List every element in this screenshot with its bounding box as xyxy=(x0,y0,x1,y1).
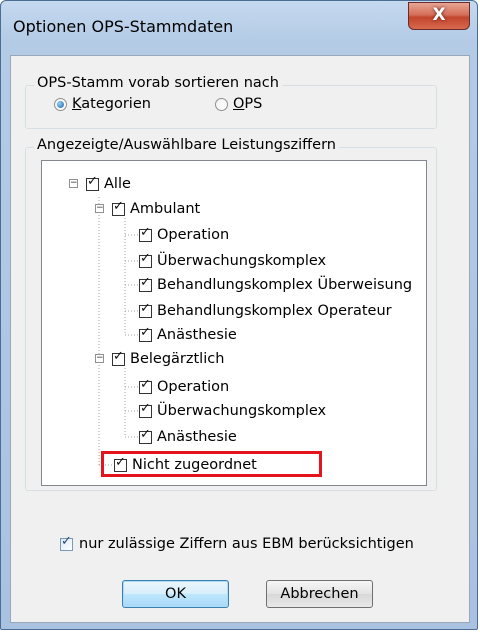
tree-node-label: Überwachungskomplex xyxy=(157,253,327,269)
ebm-checkbox-row[interactable]: nur zulässige Ziffern aus EBM berücksich… xyxy=(60,534,414,552)
radio-kategorien[interactable]: Kategorien xyxy=(54,96,151,112)
tree-node-behandlungskomplex-operateur[interactable]: Behandlungskomplex Operateur xyxy=(139,300,392,322)
sort-group-label: OPS-Stamm vorab sortieren nach xyxy=(34,75,282,91)
tree-node-ueberwachungskomplex[interactable]: Überwachungskomplex xyxy=(139,400,326,422)
radio-ops-label: OPS xyxy=(233,96,263,112)
checkbox-checked[interactable] xyxy=(139,427,152,444)
tree-node-anaesthesie[interactable]: Anästhesie xyxy=(139,426,237,448)
checkbox-checked[interactable] xyxy=(139,251,152,268)
collapse-icon[interactable]: − xyxy=(69,179,78,188)
checkbox-checked[interactable] xyxy=(112,349,125,366)
tree-node-label: Alle xyxy=(104,176,131,192)
close-button[interactable]: X xyxy=(408,2,470,30)
tree-node-label: Behandlungskomplex Überweisung xyxy=(157,277,413,293)
collapse-icon[interactable]: − xyxy=(95,204,104,213)
checkbox-checked[interactable] xyxy=(112,199,125,216)
tree-node-label: Anästhesie xyxy=(157,429,237,445)
tree-node-label: Behandlungskomplex Operateur xyxy=(157,303,392,319)
digits-group-label: Angezeigte/Auswählbare Leistungsziffern xyxy=(34,137,339,153)
checkbox-checked[interactable] xyxy=(139,377,152,394)
close-icon: X xyxy=(432,5,446,25)
checkbox-checked[interactable] xyxy=(139,401,152,418)
ebm-checkbox-label: nur zulässige Ziffern aus EBM berücksich… xyxy=(79,536,414,552)
tree-node-label: Überwachungskomplex xyxy=(157,403,327,419)
tree-node-label: Anästhesie xyxy=(157,327,237,343)
radio-ops[interactable]: OPS xyxy=(215,96,262,112)
tree-node-label: Ambulant xyxy=(130,201,201,217)
title-bar[interactable]: Optionen OPS-Stammdaten X xyxy=(1,1,477,55)
tree-node-behandlungskomplex-ueberweisung[interactable]: Behandlungskomplex Überweisung xyxy=(139,274,412,296)
cancel-button[interactable]: Abbrechen xyxy=(266,580,373,608)
tree-node-anaesthesie[interactable]: Anästhesie xyxy=(139,324,237,346)
radio-kategorien-label: Kategorien xyxy=(72,96,151,112)
checkbox-checked[interactable] xyxy=(139,325,152,342)
tree-node-ambulant[interactable]: Ambulant xyxy=(112,198,200,220)
tree-node-label: Operation xyxy=(157,227,230,243)
tree-node-ueberwachungskomplex[interactable]: Überwachungskomplex xyxy=(139,250,326,272)
tree-node-label: Operation xyxy=(157,379,230,395)
radio-button-selected[interactable] xyxy=(54,97,67,111)
tree-node-alle[interactable]: Alle xyxy=(86,173,131,195)
window-title: Optionen OPS-Stammdaten xyxy=(13,17,234,36)
ok-button[interactable]: OK xyxy=(122,580,229,608)
checkbox-checked[interactable] xyxy=(86,174,99,191)
checkbox-checked[interactable] xyxy=(139,301,152,318)
highlight-annotation-box xyxy=(101,451,322,477)
checkbox-checked[interactable] xyxy=(60,534,73,551)
tree-node-label: Belegärztlich xyxy=(130,351,225,367)
tree-node-operation[interactable]: Operation xyxy=(139,224,229,246)
collapse-icon[interactable]: − xyxy=(95,354,104,363)
checkbox-checked[interactable] xyxy=(139,275,152,292)
tree-node-belegaerztlich[interactable]: Belegärztlich xyxy=(112,348,224,370)
radio-button[interactable] xyxy=(215,97,228,111)
tree-node-operation[interactable]: Operation xyxy=(139,376,229,398)
checkbox-checked[interactable] xyxy=(139,225,152,242)
leistungsziffern-tree[interactable]: − Alle − Ambulant Operation Überwachungs… xyxy=(41,160,427,486)
